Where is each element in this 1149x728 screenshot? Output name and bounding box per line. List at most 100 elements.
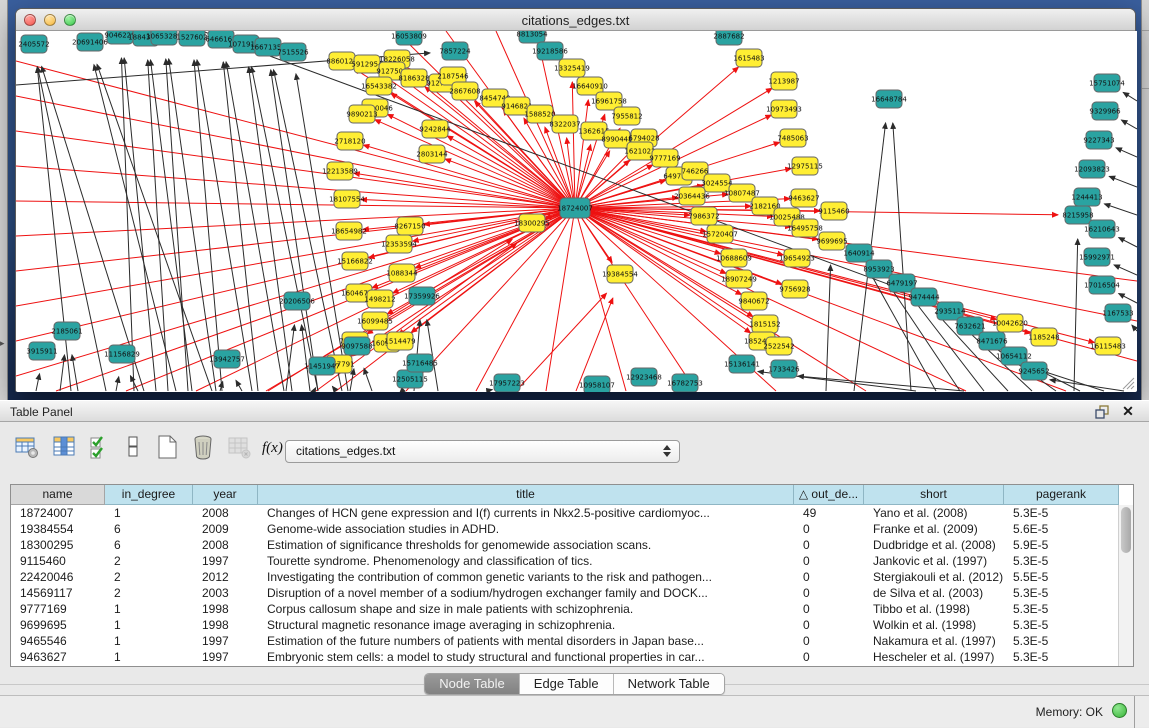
graph-node[interactable]: 2803144 bbox=[416, 145, 448, 163]
graph-node[interactable]: 13325419 bbox=[554, 59, 590, 77]
graph-node[interactable]: 3915911 bbox=[26, 342, 57, 360]
row-height-icon[interactable] bbox=[120, 434, 150, 464]
table-cell[interactable]: 1 bbox=[105, 633, 193, 649]
graph-node[interactable]: 7986372 bbox=[688, 207, 719, 225]
table-cell[interactable]: 9463627 bbox=[11, 649, 105, 665]
graph-node[interactable]: 7857224 bbox=[439, 42, 471, 60]
table-cell[interactable]: 2009 bbox=[193, 521, 258, 537]
table-row[interactable]: 977716911998Corpus callosum shape and si… bbox=[11, 601, 1133, 617]
graph-node[interactable]: 16210643 bbox=[1084, 220, 1120, 238]
table-cell[interactable]: Corpus callosum shape and size in male p… bbox=[258, 601, 794, 617]
graph-node[interactable]: 1815152 bbox=[749, 315, 780, 333]
window-titlebar[interactable]: citations_edges.txt bbox=[16, 9, 1135, 31]
graph-node[interactable]: 10042620 bbox=[992, 314, 1028, 332]
graph-node[interactable]: 9890213 bbox=[346, 105, 377, 123]
table-cell[interactable]: Changes of HCN gene expression and I(f) … bbox=[258, 505, 794, 521]
table-cell[interactable]: 0 bbox=[794, 601, 864, 617]
graph-node[interactable]: 12505115 bbox=[392, 370, 428, 388]
table-cell[interactable]: 0 bbox=[794, 585, 864, 601]
table-cell[interactable]: 0 bbox=[794, 617, 864, 633]
column-header-year[interactable]: year bbox=[193, 485, 258, 505]
graph-node[interactable]: 1527602 bbox=[176, 31, 207, 46]
graph-node[interactable]: 1498212 bbox=[364, 290, 395, 308]
table-cell[interactable]: 0 bbox=[794, 553, 864, 569]
table-cell[interactable]: 1 bbox=[105, 505, 193, 521]
table-cell[interactable]: Tibbo et al. (1998) bbox=[864, 601, 1004, 617]
table-cell[interactable]: 1997 bbox=[193, 553, 258, 569]
graph-node-hub[interactable]: 18724007 bbox=[557, 198, 593, 218]
graph-node[interactable]: 9474444 bbox=[908, 288, 940, 306]
graph-node[interactable]: 15166822 bbox=[337, 252, 373, 270]
graph-node[interactable]: 2718120 bbox=[334, 132, 365, 150]
table-cell[interactable]: Yano et al. (2008) bbox=[864, 505, 1004, 521]
table-cell[interactable]: Franke et al. (2009) bbox=[864, 521, 1004, 537]
table-cell[interactable]: 19384554 bbox=[11, 521, 105, 537]
table-cell[interactable]: 5.3E-5 bbox=[1004, 585, 1119, 601]
graph-node[interactable]: 12093823 bbox=[1074, 160, 1110, 178]
tab-edge-table[interactable]: Edge Table bbox=[520, 674, 614, 694]
table-cell[interactable]: 9777169 bbox=[11, 601, 105, 617]
graph-node[interactable]: 18300295 bbox=[514, 214, 550, 232]
table-cell[interactable]: 1997 bbox=[193, 633, 258, 649]
column-header-out_de[interactable]: △ out_de... bbox=[794, 485, 864, 505]
table-cell[interactable]: Disruption of a novel member of a sodium… bbox=[258, 585, 794, 601]
table-cell[interactable]: Dudbridge et al. (2008) bbox=[864, 537, 1004, 553]
table-cell[interactable]: 0 bbox=[794, 633, 864, 649]
table-row[interactable]: 1830029562008Estimation of significance … bbox=[11, 537, 1133, 553]
table-cell[interactable]: 0 bbox=[794, 569, 864, 585]
network-window[interactable]: citations_edges.txt 18300295886012459129… bbox=[15, 8, 1136, 392]
table-cell[interactable]: Genome-wide association studies in ADHD. bbox=[258, 521, 794, 537]
table-cell[interactable]: 14569117 bbox=[11, 585, 105, 601]
graph-node[interactable]: 17957223 bbox=[489, 374, 525, 392]
new-document-icon[interactable] bbox=[154, 434, 184, 464]
graph-node[interactable]: 9097588 bbox=[341, 337, 372, 355]
column-header-pagerank[interactable]: pagerank bbox=[1004, 485, 1119, 505]
graph-node[interactable]: 7515526 bbox=[277, 43, 309, 61]
select-columns-icon[interactable] bbox=[51, 434, 81, 464]
graph-node[interactable]: 20691406 bbox=[72, 33, 108, 51]
graph-node[interactable]: 2405572 bbox=[18, 35, 49, 53]
graph-node[interactable]: 9463627 bbox=[788, 189, 819, 207]
table-cell[interactable]: 18724007 bbox=[11, 505, 105, 521]
graph-node[interactable]: 9242844 bbox=[419, 120, 451, 138]
window-resize-grip[interactable] bbox=[1119, 374, 1135, 390]
graph-node[interactable]: 15716485 bbox=[402, 354, 438, 372]
table-cell[interactable]: 0 bbox=[794, 649, 864, 665]
graph-node[interactable]: 15751074 bbox=[1089, 74, 1125, 92]
table-cell[interactable]: 1 bbox=[105, 617, 193, 633]
column-header-short[interactable]: short bbox=[864, 485, 1004, 505]
graph-node[interactable]: 2522542 bbox=[763, 337, 794, 355]
table-cell[interactable]: 1998 bbox=[193, 617, 258, 633]
table-cell[interactable]: 1997 bbox=[193, 649, 258, 665]
table-cell[interactable]: 5.3E-5 bbox=[1004, 649, 1119, 665]
table-cell[interactable]: 2012 bbox=[193, 569, 258, 585]
graph-node[interactable]: 1640914 bbox=[843, 244, 875, 262]
table-row[interactable]: 2242004622012Investigating the contribut… bbox=[11, 569, 1133, 585]
graph-node[interactable]: 2867608 bbox=[449, 82, 480, 100]
graph-node[interactable]: 9329966 bbox=[1089, 102, 1121, 120]
table-cell[interactable]: 9465546 bbox=[11, 633, 105, 649]
graph-node[interactable]: 12353594 bbox=[381, 235, 417, 253]
graph-node[interactable]: 7955812 bbox=[611, 107, 642, 125]
graph-node[interactable]: 18907249 bbox=[721, 270, 757, 288]
table-cell[interactable]: 5.3E-5 bbox=[1004, 617, 1119, 633]
graph-node[interactable]: 1514479 bbox=[384, 332, 415, 350]
table-scrollbar[interactable] bbox=[1118, 505, 1133, 666]
table-cell[interactable]: 2 bbox=[105, 553, 193, 569]
graph-node[interactable]: 2887682 bbox=[713, 31, 744, 45]
graph-node[interactable]: 19654923 bbox=[779, 249, 815, 267]
graph-node[interactable]: 17359926 bbox=[404, 287, 440, 305]
table-cell[interactable]: 5.5E-5 bbox=[1004, 569, 1119, 585]
graph-node[interactable]: 1244413 bbox=[1071, 188, 1102, 206]
float-window-icon[interactable] bbox=[1093, 404, 1111, 420]
panel-expand-arrow-icon[interactable]: ▸ bbox=[0, 338, 5, 349]
graph-node[interactable]: 9777169 bbox=[649, 149, 680, 167]
table-cell[interactable]: 5.6E-5 bbox=[1004, 521, 1119, 537]
graph-node[interactable]: 8267150 bbox=[394, 217, 425, 235]
graph-node[interactable]: 1088344 bbox=[386, 264, 418, 282]
table-cell[interactable]: Estimation of the future numbers of pati… bbox=[258, 633, 794, 649]
graph-node[interactable]: 9840672 bbox=[738, 292, 769, 310]
table-cell[interactable]: 0 bbox=[794, 521, 864, 537]
graph-node[interactable]: 1615483 bbox=[733, 49, 764, 67]
graph-node[interactable]: 8186328 bbox=[398, 69, 429, 87]
